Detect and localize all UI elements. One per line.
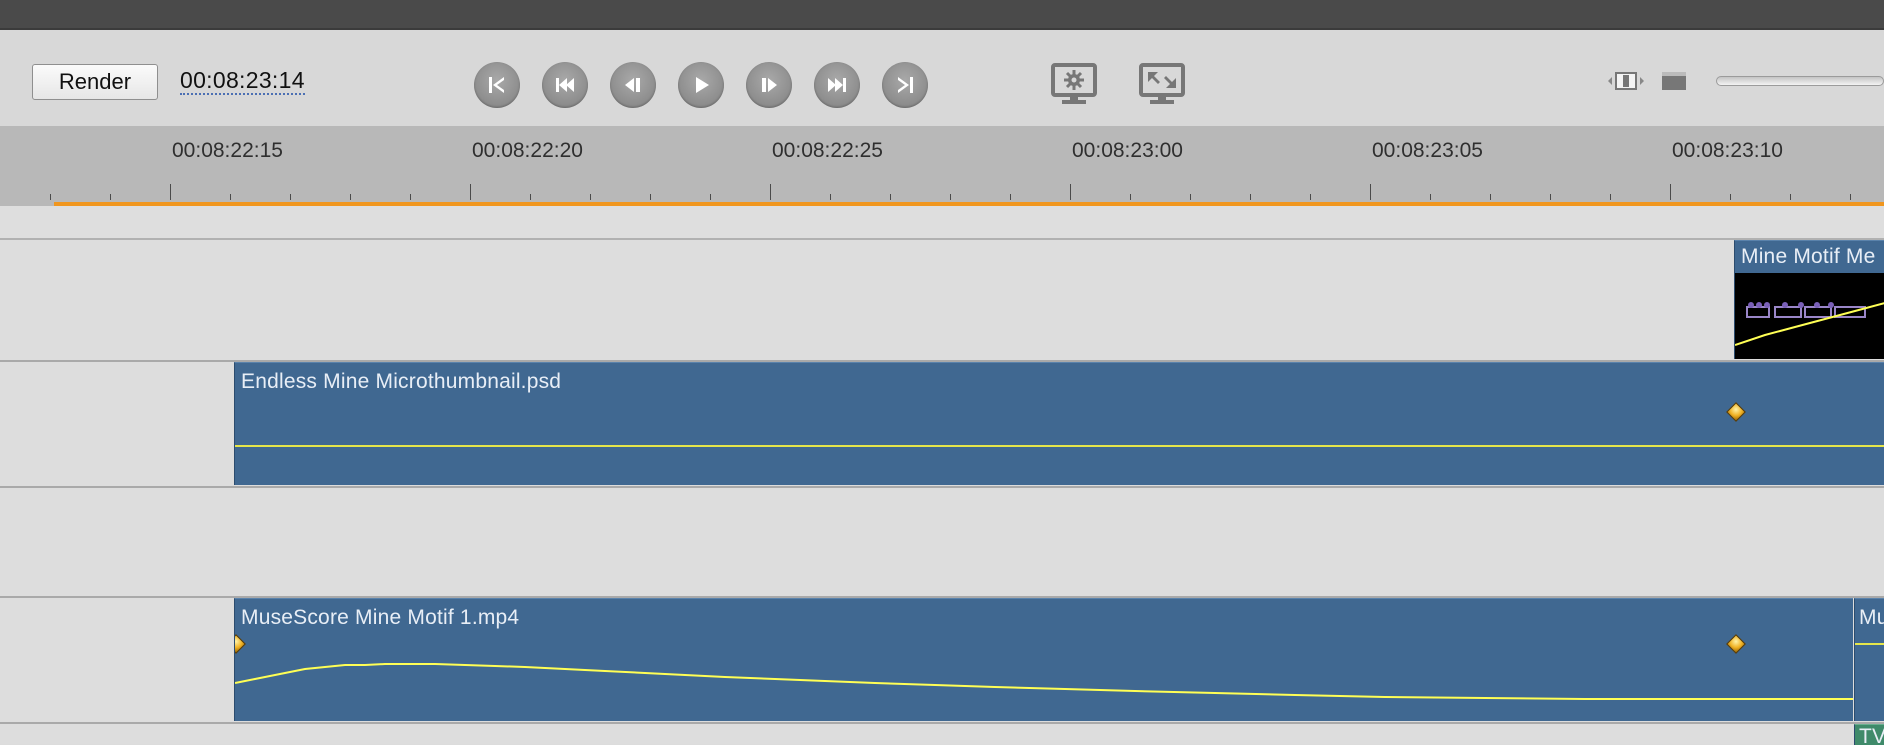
next-keyframe-button[interactable] (814, 62, 860, 108)
ruler-minor-tick (1310, 194, 1311, 200)
go-to-start-button[interactable] (474, 62, 520, 108)
ruler-major-tick (1070, 184, 1071, 200)
ruler-minor-tick (110, 194, 111, 200)
play-icon (696, 77, 709, 93)
ruler-major-tick (470, 184, 471, 200)
ruler-minor-tick (410, 194, 411, 200)
play-button[interactable] (678, 62, 724, 108)
clip-thumbnail (1735, 273, 1884, 359)
fullscreen-preview-icon[interactable] (1138, 62, 1186, 106)
clip-title: Mine Motif Me (1741, 245, 1876, 268)
track-height-icon[interactable] (1606, 70, 1646, 92)
current-timecode[interactable]: 00:08:23:14 (180, 67, 305, 95)
ruler-minor-tick (1130, 194, 1131, 200)
clip-title: TV (1859, 725, 1884, 745)
volume-envelope[interactable] (1855, 643, 1884, 645)
timeline-clip[interactable]: Mu (1854, 598, 1884, 721)
go-to-end-button[interactable] (882, 62, 928, 108)
ruler-minor-tick (230, 194, 231, 200)
timeline-ruler[interactable]: 00:08:22:15 00:08:22:20 00:08:22:25 00:0… (0, 126, 1884, 206)
ruler-minor-tick (1190, 194, 1191, 200)
ruler-minor-tick (1550, 194, 1551, 200)
ruler-label: 00:08:23:00 (1072, 139, 1183, 162)
clip-thumbnail-art (1735, 302, 1884, 346)
previous-keyframe-button[interactable] (542, 62, 588, 108)
video-track-3[interactable] (0, 488, 1884, 598)
video-track-1[interactable]: Mine Motif Me (0, 240, 1884, 362)
ruler-minor-tick (830, 194, 831, 200)
ruler-minor-tick (1250, 194, 1251, 200)
step-forward-button[interactable] (746, 62, 792, 108)
render-button[interactable]: Render (32, 64, 158, 100)
timeline-clip[interactable]: MuseScore Mine Motif 1.mp4 (234, 598, 1853, 721)
ruler-major-tick (1670, 184, 1671, 200)
ruler-minor-tick (650, 194, 651, 200)
thumbnail-toggle-icon[interactable] (1660, 70, 1688, 92)
audio-track-1[interactable]: MuseScore Mine Motif 1.mp4 Mu (0, 598, 1884, 724)
clip-title: Mu (1859, 606, 1884, 629)
ruler-minor-tick (1610, 194, 1611, 200)
ruler-minor-tick (1790, 194, 1791, 200)
ruler-minor-tick (1010, 194, 1011, 200)
clip-title: Endless Mine Microthumbnail.psd (241, 370, 562, 393)
go-to-end-icon (898, 77, 913, 93)
zoom-slider[interactable] (1716, 76, 1884, 86)
track-spacer (0, 206, 1884, 240)
timeline-clip[interactable]: Endless Mine Microthumbnail.psd (234, 362, 1884, 485)
ruler-label: 00:08:23:05 (1372, 139, 1483, 162)
opacity-envelope[interactable] (235, 445, 1884, 447)
ruler-major-tick (170, 184, 171, 200)
volume-envelope[interactable] (235, 599, 1853, 721)
step-back-icon (625, 78, 640, 92)
rewind-icon (556, 78, 574, 92)
ruler-minor-tick (1430, 194, 1431, 200)
timeline-clip[interactable]: TV (1854, 724, 1884, 745)
step-back-button[interactable] (610, 62, 656, 108)
ruler-minor-tick (1490, 194, 1491, 200)
ruler-label: 00:08:22:20 (472, 139, 583, 162)
ruler-minor-tick (50, 194, 51, 200)
keyframe-marker[interactable] (1726, 402, 1746, 422)
ruler-label: 00:08:22:25 (772, 139, 883, 162)
preview-settings-icon[interactable] (1050, 62, 1098, 106)
ruler-label: 00:08:22:15 (172, 139, 283, 162)
ruler-minor-tick (1850, 194, 1851, 200)
ruler-minor-tick (590, 194, 591, 200)
ruler-minor-tick (710, 194, 711, 200)
go-to-start-icon (489, 77, 504, 93)
step-forward-icon (762, 78, 777, 92)
ruler-minor-tick (890, 194, 891, 200)
ruler-minor-tick (290, 194, 291, 200)
ruler-major-tick (1370, 184, 1371, 200)
window-title-bar (0, 0, 1884, 30)
video-track-2[interactable]: Endless Mine Microthumbnail.psd (0, 362, 1884, 488)
ruler-minor-tick (950, 194, 951, 200)
ruler-minor-tick (350, 194, 351, 200)
timeline-clip[interactable]: Mine Motif Me (1734, 240, 1884, 359)
ruler-minor-tick (530, 194, 531, 200)
ruler-label: 00:08:23:10 (1672, 139, 1783, 162)
ruler-major-tick (770, 184, 771, 200)
ruler-minor-tick (1730, 194, 1731, 200)
track-5[interactable]: TV (0, 724, 1884, 745)
fast-forward-icon (828, 78, 846, 92)
